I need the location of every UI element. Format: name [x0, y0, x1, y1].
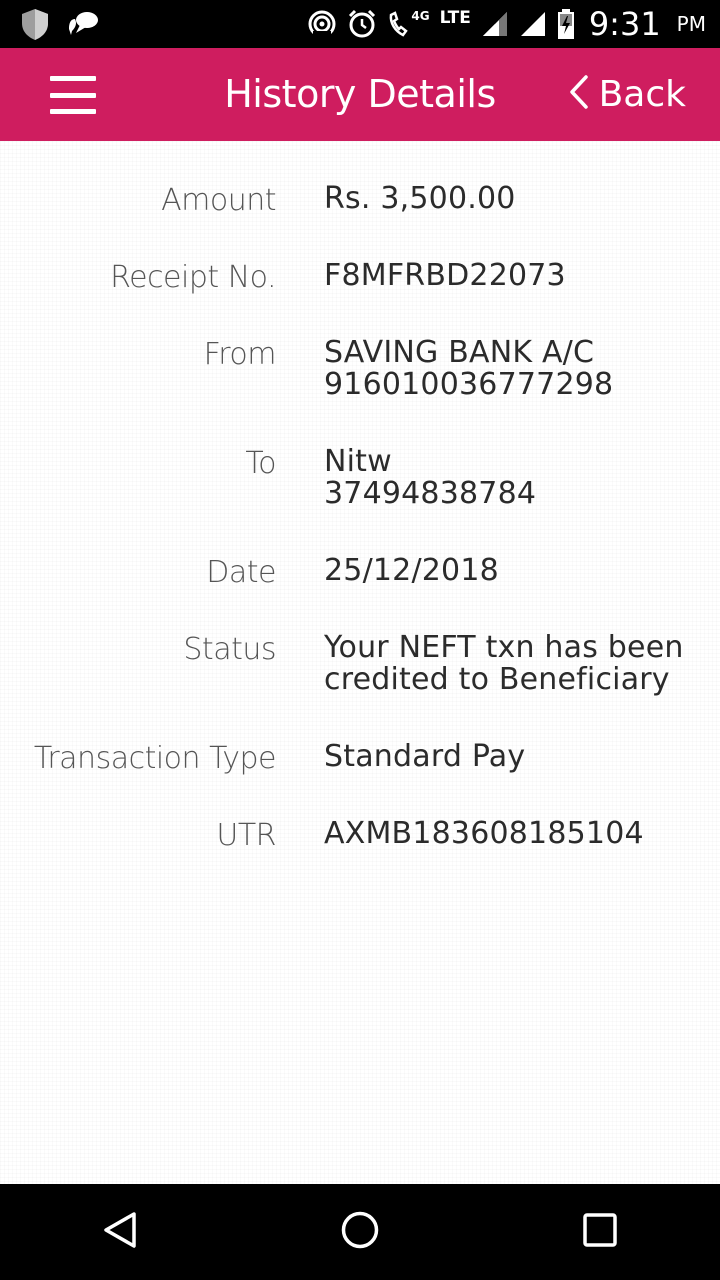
wifi-call-icon: 4G	[387, 9, 430, 39]
date-label: Date	[206, 555, 276, 590]
back-triangle-icon	[100, 1210, 140, 1254]
status-bar: 4G LTE 9:31 PM	[0, 0, 720, 48]
back-label: Back	[598, 73, 686, 115]
utr-value-line: AXMB183608185104	[324, 816, 644, 851]
utr-value: AXMB183608185104	[324, 818, 704, 850]
recents-square-icon	[582, 1212, 618, 1252]
hotspot-icon	[307, 9, 337, 39]
home-circle-icon	[340, 1210, 380, 1254]
from-value: SAVING BANK A/C 916010036777298	[324, 337, 704, 401]
amount-label: Amount	[161, 183, 276, 218]
transaction-type-value: Standard Pay	[324, 741, 704, 773]
transaction-type-label: Transaction Type	[33, 741, 277, 776]
receipt-value-line: F8MFRBD22073	[324, 258, 566, 293]
utr-label: UTR	[216, 818, 276, 853]
history-details-panel: Amount Rs. 3,500.00 Receipt No. F8MFRBD2…	[0, 141, 720, 1184]
to-value: Nitw 37494838784	[324, 446, 704, 510]
alarm-icon	[347, 9, 377, 39]
amount-value-line: Rs. 3,500.00	[324, 181, 516, 216]
app-header: History Details Back	[0, 48, 720, 141]
network-type-label: LTE	[439, 8, 471, 28]
from-account-type: SAVING BANK A/C	[324, 335, 595, 370]
chevron-left-icon	[567, 74, 589, 114]
clock-ampm: PM	[676, 12, 706, 36]
navigation-bar	[0, 1184, 720, 1280]
network-small-label: 4G	[411, 9, 430, 23]
nav-recents-button[interactable]	[540, 1184, 660, 1280]
to-beneficiary-name: Nitw	[324, 444, 392, 479]
from-label: From	[203, 337, 277, 372]
nav-home-button[interactable]	[300, 1184, 420, 1280]
menu-bar	[50, 109, 96, 114]
receipt-value: F8MFRBD22073	[324, 260, 704, 292]
status-value: Your NEFT txn has been credited to Benef…	[324, 632, 704, 696]
to-label: To	[245, 446, 276, 481]
menu-bar	[50, 92, 96, 98]
status-value-line: credited to Beneficiary	[324, 662, 670, 697]
status-label: Status	[183, 632, 276, 667]
status-value-line: Your NEFT txn has been	[324, 630, 684, 665]
receipt-label: Receipt No.	[110, 260, 276, 295]
signal-icon	[519, 10, 547, 38]
menu-bar	[50, 76, 96, 81]
transaction-type-value-line: Standard Pay	[324, 739, 526, 774]
menu-icon[interactable]	[50, 76, 96, 114]
shield-icon	[20, 7, 50, 41]
back-button[interactable]: Back	[567, 70, 686, 118]
chat-bubble-icon	[66, 9, 100, 39]
battery-charging-icon	[557, 9, 575, 39]
nav-back-button[interactable]	[60, 1184, 180, 1280]
to-account-number: 37494838784	[324, 476, 537, 511]
date-value-line: 25/12/2018	[324, 553, 499, 588]
from-account-number: 916010036777298	[324, 367, 614, 402]
signal-icon	[481, 10, 509, 38]
date-value: 25/12/2018	[324, 555, 704, 587]
clock-time: 9:31	[588, 5, 661, 43]
amount-value: Rs. 3,500.00	[324, 183, 704, 215]
